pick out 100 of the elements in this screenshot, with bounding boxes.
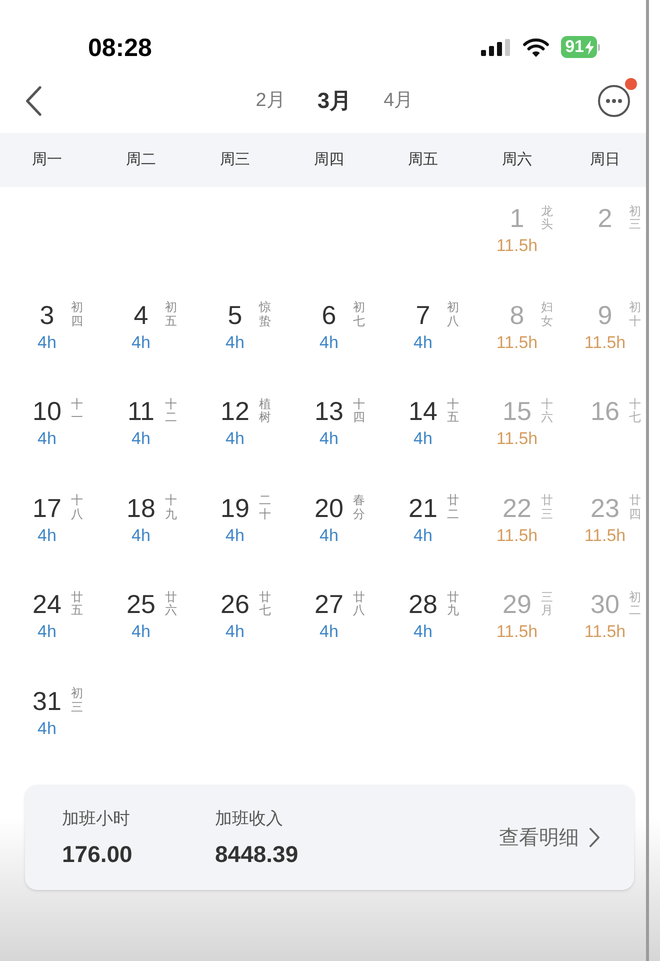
weekday-label: 周日	[589, 150, 621, 170]
day-number: 25	[126, 589, 156, 619]
lunar-date: 十六	[541, 398, 553, 424]
overtime-hours: 4h	[38, 718, 56, 738]
lunar-date: 初五	[165, 301, 177, 328]
month-tab[interactable]: 3月	[317, 87, 352, 115]
day-number: 3	[40, 300, 54, 330]
overtime-hours: 11.5h	[496, 236, 538, 256]
lunar-date: 十五	[447, 398, 459, 424]
lunar-date: 惊蛰	[259, 301, 271, 328]
lunar-date: 廿八	[353, 590, 365, 618]
stat-label: 加班收入	[215, 808, 284, 830]
overtime-hours: 11.5h	[584, 332, 626, 352]
day-number: 4	[134, 300, 148, 330]
lunar-date: 廿九	[447, 590, 459, 618]
weekday-label: 周一	[31, 150, 63, 170]
status-time: 08:28	[88, 36, 152, 60]
lunar-date: 三月	[541, 590, 553, 618]
day-number: 31	[32, 686, 62, 716]
overtime-hours: 4h	[132, 429, 150, 449]
day-number: 29	[502, 589, 532, 619]
day-number: 7	[416, 300, 430, 330]
day-number: 14	[408, 396, 438, 426]
overtime-hours: 4h	[226, 332, 244, 352]
day-number: 18	[126, 492, 156, 522]
signal-icon	[481, 38, 512, 56]
lunar-date: 十八	[71, 494, 83, 521]
day-number: 27	[314, 589, 344, 619]
weekday-label: 周五	[407, 150, 439, 170]
month-tab[interactable]: 2月	[256, 87, 286, 115]
day-number: 30	[590, 589, 620, 619]
lunar-date: 廿五	[71, 590, 83, 618]
day-number: 17	[32, 492, 62, 522]
lunar-date: 廿三	[541, 494, 553, 521]
overtime-hours: 4h	[38, 526, 56, 546]
chevron-right-icon	[589, 827, 600, 848]
overtime-hours: 4h	[38, 429, 56, 449]
overtime-hours: 11.5h	[496, 622, 538, 642]
lunar-date: 廿二	[447, 494, 459, 521]
day-number: 9	[598, 300, 612, 330]
stat-label: 加班小时	[62, 808, 131, 830]
lunar-date: 初八	[447, 301, 459, 328]
lunar-date: 二十	[259, 494, 271, 521]
weekday-label: 周三	[219, 150, 251, 170]
overtime-hours: 4h	[414, 526, 432, 546]
overtime-hours: 4h	[226, 622, 244, 642]
lunar-date: 十四	[353, 398, 365, 424]
lunar-date: 廿七	[259, 590, 271, 618]
lunar-date: 廿六	[165, 590, 177, 618]
day-number: 13	[314, 396, 344, 426]
day-number: 15	[502, 396, 532, 426]
day-number: 2	[598, 203, 612, 233]
more-icon[interactable]	[598, 85, 630, 117]
overtime-hours: 4h	[320, 526, 338, 546]
details-link[interactable]: 查看明细	[499, 822, 600, 852]
lunar-date: 廿四	[629, 494, 641, 521]
overtime-hours: 4h	[414, 332, 432, 352]
weekday-label: 周四	[313, 150, 345, 170]
day-number: 11	[128, 396, 154, 426]
lunar-date: 十二	[165, 398, 177, 424]
month-tab[interactable]: 4月	[384, 87, 414, 115]
overtime-hours: 4h	[132, 332, 150, 352]
overtime-hours: 4h	[226, 526, 244, 546]
overtime-hours: 4h	[320, 622, 338, 642]
lunar-date: 初七	[353, 301, 365, 328]
overtime-hours: 4h	[414, 622, 432, 642]
day-number: 24	[32, 589, 62, 619]
lunar-date: 初三	[71, 687, 83, 714]
day-number: 21	[408, 492, 438, 522]
overtime-hours: 11.5h	[496, 526, 538, 546]
overtime-hours: 4h	[414, 429, 432, 449]
day-number: 5	[228, 300, 242, 330]
day-number: 22	[502, 492, 532, 522]
day-number: 16	[590, 396, 620, 426]
lunar-date: 春分	[353, 494, 365, 521]
day-number: 8	[510, 300, 524, 330]
overtime-hours: 11.5h	[584, 526, 626, 546]
weekday-label: 周六	[501, 150, 533, 170]
overtime-hours: 4h	[38, 332, 56, 352]
day-number: 19	[220, 492, 250, 522]
day-number: 28	[408, 589, 438, 619]
day-number: 10	[32, 396, 62, 426]
day-number: 1	[510, 203, 524, 233]
lunar-date: 十九	[165, 494, 177, 521]
lunar-date: 龙头	[541, 204, 553, 232]
overtime-hours: 4h	[226, 429, 244, 449]
stat-value: 8448.39	[215, 840, 300, 868]
wifi-icon	[523, 38, 550, 56]
day-number: 6	[322, 300, 336, 330]
back-icon[interactable]	[25, 86, 42, 116]
overtime-hours: 4h	[132, 526, 150, 546]
day-number: 20	[314, 492, 344, 522]
bolt-icon	[585, 40, 594, 54]
overtime-hours: 4h	[132, 622, 150, 642]
day-number: 12	[220, 396, 250, 426]
lunar-date: 十一	[71, 398, 83, 424]
overtime-hours: 11.5h	[496, 429, 538, 449]
lunar-date: 妇女	[541, 301, 553, 328]
lunar-date: 初二	[629, 590, 641, 618]
overtime-hours: 4h	[320, 429, 338, 449]
